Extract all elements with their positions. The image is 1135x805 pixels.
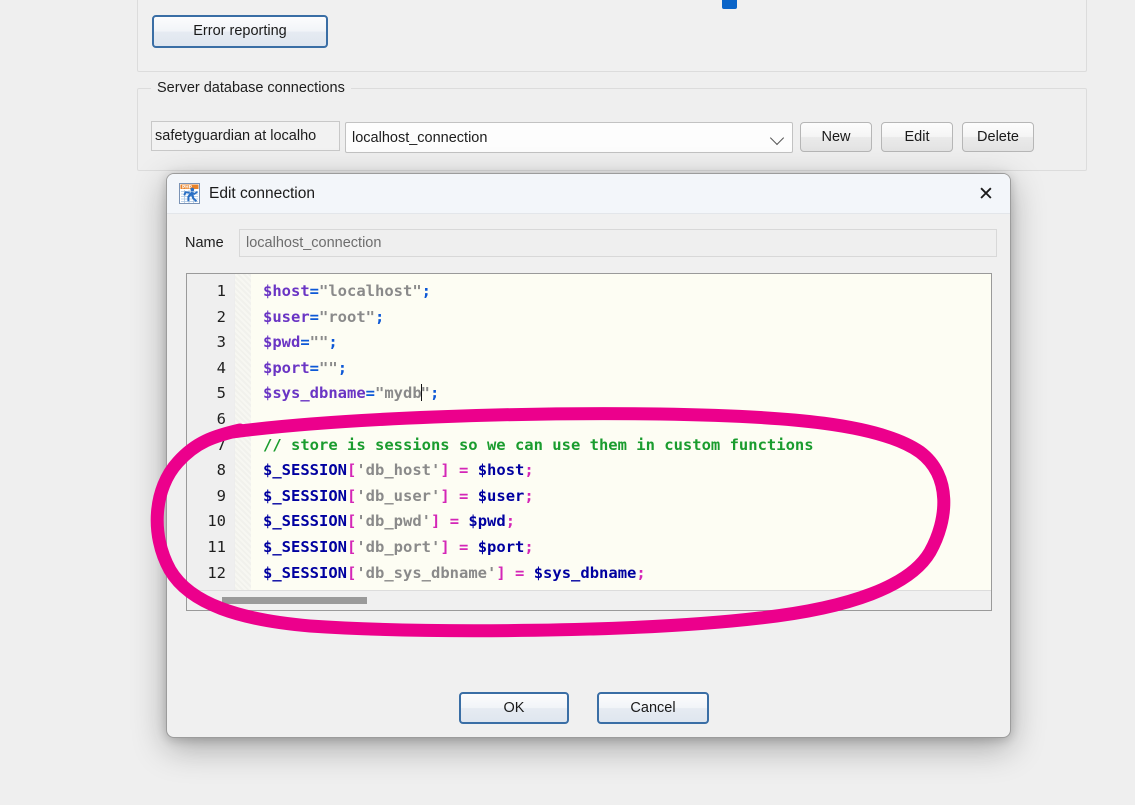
name-input[interactable]: localhost_connection (239, 229, 997, 257)
code-line-5: $sys_dbname="mydb"; (263, 381, 991, 407)
chevron-down-icon (770, 130, 786, 146)
line-number: 6 (187, 407, 234, 433)
current-connection-readonly-field: safetyguardian at localho (151, 121, 340, 151)
line-number: 1 (187, 279, 234, 305)
edit-connection-dialog: PHP (166, 173, 1011, 738)
line-number: 9 (187, 484, 234, 510)
line-number: 10 (187, 509, 234, 535)
edit-connection-button[interactable]: Edit (881, 122, 953, 152)
delete-connection-button[interactable]: Delete (962, 122, 1034, 152)
close-icon[interactable]: ✕ (962, 174, 1010, 214)
line-number: 5 (187, 381, 234, 407)
editor-marker-strip (235, 274, 251, 592)
code-line-7: // store is sessions so we can use them … (263, 433, 991, 459)
code-line-3: $pwd=""; (263, 330, 991, 356)
php-runner-icon: PHP (179, 183, 200, 204)
cancel-button[interactable]: Cancel (597, 692, 709, 724)
code-line-1: $host="localhost"; (263, 279, 991, 305)
ok-button[interactable]: OK (459, 692, 569, 724)
new-connection-button[interactable]: New (800, 122, 872, 152)
code-line-4: $port=""; (263, 356, 991, 382)
dialog-title: Edit connection (209, 185, 315, 203)
editor-scrollbar-thumb[interactable] (222, 597, 367, 604)
name-row: Name localhost_connection (167, 229, 1010, 257)
error-reporting-button[interactable]: Error reporting (152, 15, 328, 48)
line-number: 3 (187, 330, 234, 356)
line-number-gutter: 1 2 3 4 5 6 7 8 9 10 11 12 (187, 274, 235, 592)
line-number: 8 (187, 458, 234, 484)
code-editor[interactable]: 1 2 3 4 5 6 7 8 9 10 11 12 $host="localh… (186, 273, 992, 611)
svg-text:PHP: PHP (182, 185, 192, 191)
connection-select[interactable]: localhost_connection (345, 122, 793, 153)
code-editor-inner: 1 2 3 4 5 6 7 8 9 10 11 12 $host="localh… (187, 274, 991, 592)
line-number: 2 (187, 305, 234, 331)
code-text[interactable]: $host="localhost"; $user="root"; $pwd=""… (251, 274, 991, 592)
editor-horizontal-scrollbar[interactable] (187, 590, 991, 610)
code-line-11: $_SESSION['db_port'] = $port; (263, 535, 991, 561)
line-number: 12 (187, 561, 234, 587)
line-number: 4 (187, 356, 234, 382)
server-database-connections-title: Server database connections (151, 80, 351, 96)
enable-option-checkbox[interactable] (722, 0, 737, 9)
code-line-12: $_SESSION['db_sys_dbname'] = $sys_dbname… (263, 561, 991, 587)
code-line-8: $_SESSION['db_host'] = $host; (263, 458, 991, 484)
line-number: 7 (187, 433, 234, 459)
code-line-6 (263, 407, 991, 433)
name-label: Name (185, 235, 239, 251)
dialog-titlebar: PHP (167, 174, 1010, 214)
connection-select-value: localhost_connection (352, 130, 770, 146)
screen: Error reporting Server database connecti… (0, 0, 1135, 805)
line-number: 11 (187, 535, 234, 561)
code-line-10: $_SESSION['db_pwd'] = $pwd; (263, 509, 991, 535)
code-line-9: $_SESSION['db_user'] = $user; (263, 484, 991, 510)
code-line-2: $user="root"; (263, 305, 991, 331)
